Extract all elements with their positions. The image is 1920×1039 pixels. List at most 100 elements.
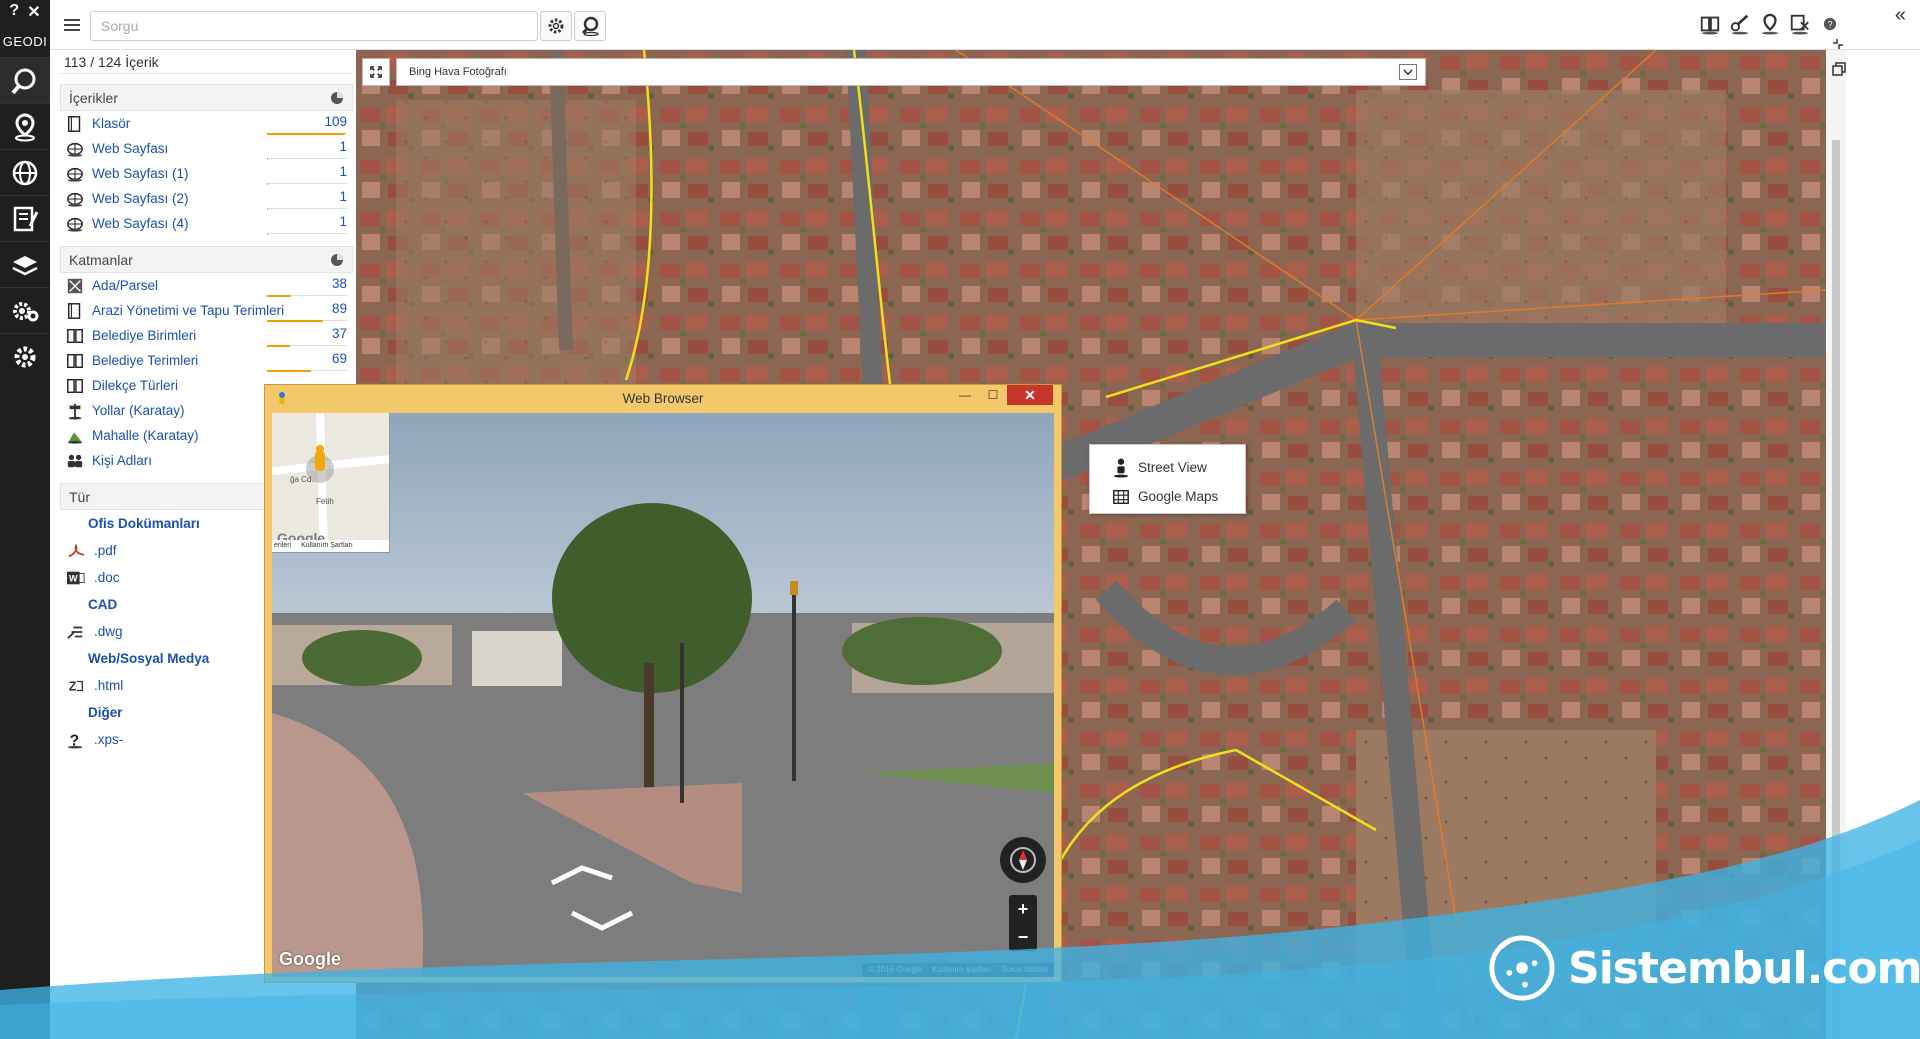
layers-item-label: Yollar (Karatay) <box>92 403 185 418</box>
settings-gears-icon[interactable] <box>0 287 50 333</box>
web-browser-window[interactable]: Web Browser — ☐ ✕ ğa Cd. Fetih Google er… <box>264 384 1062 983</box>
top-right-toolbar: ? <box>1698 10 1842 38</box>
notes-icon[interactable] <box>0 195 50 241</box>
zoom-in-button[interactable]: + <box>1018 899 1029 920</box>
type-item-label: .pdf <box>94 543 117 558</box>
file-type-icon <box>64 540 88 562</box>
location-pin-icon[interactable] <box>1758 10 1782 38</box>
file-type-icon: W <box>64 567 88 589</box>
compass-icon[interactable] <box>1000 837 1046 883</box>
menu-item-label: Street View <box>1138 460 1207 475</box>
search-settings-button[interactable] <box>540 11 572 41</box>
close-icon[interactable]: ✕ <box>27 2 40 22</box>
shrink-icon[interactable] <box>1832 38 1844 50</box>
contents-item-label: Klasör <box>92 116 131 131</box>
copyright-text: © 2016 Google <box>868 965 923 974</box>
hamburger-menu-icon[interactable] <box>62 15 82 35</box>
layers-item-label: Arazi Yönetimi ve Tapu Terimleri <box>92 303 285 318</box>
section-contents-header[interactable]: İçerikler <box>60 84 353 111</box>
svg-text:Z: Z <box>69 679 77 693</box>
street-view-footer: © 2016 Google Kullanım Şartları Sorun bi… <box>862 963 1054 977</box>
maximize-button[interactable]: ☐ <box>979 385 1007 405</box>
pen-tool-icon[interactable] <box>1728 10 1752 38</box>
contents-item[interactable]: Web Sayfası 1 <box>60 136 353 161</box>
help-icon[interactable]: ? <box>9 2 19 22</box>
folder-icon <box>64 113 86 135</box>
window-restore-icon[interactable] <box>1832 62 1846 76</box>
map-grid-icon <box>1110 486 1132 508</box>
search-icon[interactable] <box>0 57 50 103</box>
people-icon <box>64 450 86 472</box>
pie-chart-icon[interactable] <box>330 253 344 267</box>
contents-item-count: 1 <box>339 164 347 179</box>
watermark-globe-icon <box>1489 935 1555 1001</box>
book-icon <box>64 350 86 372</box>
svg-text:?: ? <box>1828 20 1833 30</box>
layers-item-bar <box>267 295 347 297</box>
layers-item[interactable]: Belediye Birimleri 37 <box>60 323 353 348</box>
google-maps-menu-item[interactable]: Google Maps <box>1090 482 1245 511</box>
close-button[interactable]: ✕ <box>1007 385 1053 405</box>
minimize-button[interactable]: — <box>951 385 979 405</box>
book-icon[interactable] <box>1698 10 1722 38</box>
contents-item[interactable]: Klasör 109 <box>60 111 353 136</box>
section-title: Katmanlar <box>69 252 133 268</box>
section-layers-header[interactable]: Katmanlar <box>60 246 353 273</box>
window-title-bar[interactable]: Web Browser — ☐ ✕ <box>265 385 1061 413</box>
person-icon <box>1110 457 1132 479</box>
layers-item[interactable]: Ada/Parsel 38 <box>60 273 353 298</box>
basemap-select[interactable]: Bing Hava Fotoğrafı <box>396 58 1426 86</box>
collapse-panel-button[interactable]: « <box>1895 4 1906 27</box>
layers-item[interactable]: Belediye Terimleri 69 <box>60 348 353 373</box>
minimap-terms-link[interactable]: Kullanım Şartları <box>301 542 353 549</box>
export-icon[interactable] <box>1788 10 1812 38</box>
google-logo: Google <box>279 949 341 969</box>
layers-item-count: 69 <box>331 351 347 366</box>
sign-icon <box>64 400 86 422</box>
street-view-menu-item[interactable]: Street View <box>1090 453 1245 482</box>
street-view-minimap[interactable]: ğa Cd. Fetih Google erileri Kullanım Şar… <box>272 413 390 553</box>
file-type-icon: Z <box>64 675 88 697</box>
contents-item[interactable]: Web Sayfası (2) 1 <box>60 186 353 211</box>
layers-item-label: Kişi Adları <box>92 453 153 468</box>
type-item-label: .xps- <box>94 732 124 747</box>
zoom-out-button[interactable]: − <box>1018 927 1029 948</box>
scrollbar-thumb[interactable] <box>1832 140 1840 1039</box>
book-icon <box>64 325 86 347</box>
minimap-street-label: ğa Cd. <box>290 475 314 484</box>
svg-text:W: W <box>69 573 78 583</box>
fullscreen-button[interactable] <box>362 58 390 86</box>
street-view-panorama[interactable]: ğa Cd. Fetih Google erileri Kullanım Şar… <box>272 413 1054 977</box>
result-count: 113 / 124 İçerik <box>60 52 353 74</box>
pin-icon <box>64 425 86 447</box>
contents-item[interactable]: Web Sayfası (1) 1 <box>60 161 353 186</box>
search-input[interactable] <box>90 11 538 41</box>
contents-item-label: Web Sayfası (2) <box>92 191 189 206</box>
minimap-footer: erileri Kullanım Şartları <box>272 540 389 552</box>
right-scrollbar[interactable] <box>1826 50 1846 1039</box>
layers-item[interactable]: Arazi Yönetimi ve Tapu Terimleri 89 <box>60 298 353 323</box>
window-controls: — ☐ ✕ <box>951 385 1053 405</box>
menu-item-label: Google Maps <box>1138 489 1219 504</box>
layers-item-count: 38 <box>331 276 347 291</box>
right-side-tools <box>1832 38 1846 76</box>
location-pin-icon[interactable] <box>0 103 50 149</box>
globe-icon[interactable] <box>0 149 50 195</box>
chevron-down-icon[interactable] <box>1399 64 1417 80</box>
layers-item-bar <box>267 345 347 347</box>
terms-link[interactable]: Kullanım Şartları <box>932 963 991 977</box>
report-problem-link[interactable]: Sorun bildirin <box>1001 963 1048 977</box>
watermark-logo: Sistembul.com <box>1488 934 1920 1002</box>
contents-item-label: Web Sayfası <box>92 141 169 156</box>
type-item-label: .doc <box>94 570 120 585</box>
help-circle-icon[interactable]: ? <box>1818 10 1842 38</box>
minimap-footer-text: erileri <box>274 542 292 549</box>
pie-chart-icon[interactable] <box>330 91 344 105</box>
web-icon <box>64 188 86 210</box>
file-type-icon: ? <box>64 729 88 751</box>
layers-icon[interactable] <box>0 241 50 287</box>
contents-item[interactable]: Web Sayfası (4) 1 <box>60 211 353 236</box>
section-title: İçerikler <box>69 90 119 106</box>
gear-icon[interactable] <box>0 333 50 379</box>
search-location-button[interactable] <box>574 11 606 41</box>
